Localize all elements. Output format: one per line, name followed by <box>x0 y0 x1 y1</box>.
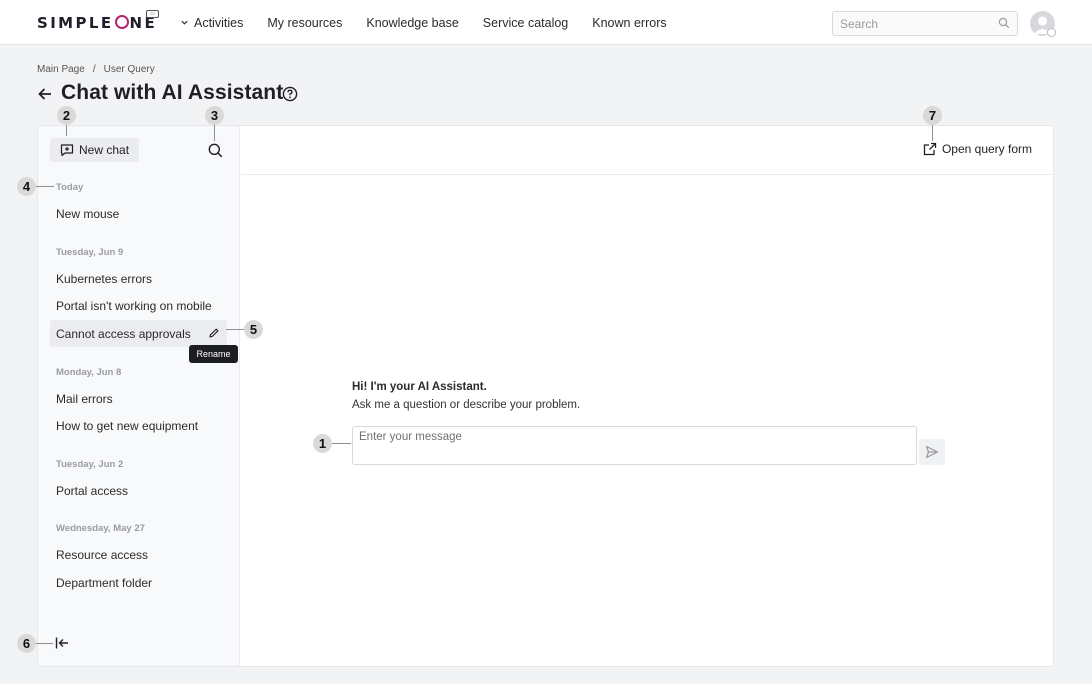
chat-item-portal-mobile[interactable]: Portal isn't working on mobile <box>50 292 227 319</box>
group-label-jun-2: Tuesday, Jun 2 <box>56 459 124 470</box>
callout-line-6 <box>35 643 53 644</box>
external-link-icon <box>923 142 937 156</box>
callout-line-7 <box>932 124 933 141</box>
group-label-today: Today <box>56 182 84 193</box>
chat-card: New chat Today New mouse Tuesday, Jun 9 … <box>37 125 1054 667</box>
new-chat-button[interactable]: New chat <box>50 138 140 162</box>
help-icon[interactable] <box>282 86 298 102</box>
page-title: Chat with AI Assistant <box>61 81 284 104</box>
logo-text: SIMPLE NE <box>37 14 158 32</box>
chat-history-sidebar: New chat Today New mouse Tuesday, Jun 9 … <box>38 126 240 666</box>
nav-my-resources-label: My resources <box>267 15 343 30</box>
avatar-status-icon <box>1047 28 1056 37</box>
send-icon <box>925 445 939 459</box>
chevron-down-icon <box>181 20 188 25</box>
callout-3: 3 <box>205 106 224 125</box>
open-query-form-button[interactable]: Open query form <box>923 142 1032 156</box>
new-chat-icon <box>60 144 74 157</box>
global-search <box>832 11 1018 36</box>
callout-5: 5 <box>244 320 263 339</box>
breadcrumb-separator: / <box>92 64 96 75</box>
callout-4: 4 <box>17 177 36 196</box>
nav-known-errors-label: Known errors <box>592 15 667 30</box>
global-search-input[interactable] <box>833 12 983 35</box>
logo-badge-icon: ▭ <box>146 10 159 18</box>
main-nav: Activities My resources Knowledge base S… <box>180 0 667 45</box>
chat-item-label: Cannot access approvals <box>56 326 191 341</box>
new-chat-label: New chat <box>79 143 130 157</box>
group-label-jun-9: Tuesday, Jun 9 <box>56 247 124 258</box>
logo-ring-icon <box>114 15 129 29</box>
search-chats-icon[interactable] <box>208 143 223 158</box>
rename-tooltip: Rename <box>189 345 238 363</box>
group-label-jun-8: Monday, Jun 8 <box>56 367 122 378</box>
chat-item-label: Mail errors <box>56 391 113 406</box>
callout-1: 1 <box>313 434 332 453</box>
chat-item-label: Portal access <box>56 483 129 498</box>
group-label-may-27: Wednesday, May 27 <box>56 523 145 534</box>
top-navigation-bar: SIMPLE NE ▭ Activities My resources Knowl… <box>0 0 1092 45</box>
chat-item-label: Portal isn't working on mobile <box>56 298 212 313</box>
nav-activities-label: Activities <box>194 15 244 30</box>
message-input-box <box>352 426 917 465</box>
chat-item-label: New mouse <box>56 206 120 221</box>
chat-item-cannot-access-approvals[interactable]: Cannot access approvals <box>50 320 227 347</box>
nav-activities[interactable]: Activities <box>180 16 243 30</box>
chat-item-resource-access[interactable]: Resource access <box>50 541 227 568</box>
pencil-icon[interactable] <box>208 327 220 339</box>
back-arrow-icon[interactable] <box>37 86 53 102</box>
assistant-greeting-subtitle: Ask me a question or describe your probl… <box>352 399 581 411</box>
chat-item-portal-access[interactable]: Portal access <box>50 477 227 504</box>
callout-6: 6 <box>17 634 36 653</box>
breadcrumb: Main Page / User Query <box>37 64 155 75</box>
breadcrumb-main-page[interactable]: Main Page <box>37 64 85 75</box>
message-input[interactable] <box>353 427 916 464</box>
chat-item-new-mouse[interactable]: New mouse <box>50 200 227 227</box>
nav-knowledge-base[interactable]: Knowledge base <box>366 16 458 30</box>
callout-7: 7 <box>923 106 942 125</box>
send-button[interactable] <box>919 439 945 465</box>
nav-my-resources[interactable]: My resources <box>267 16 342 30</box>
collapse-sidebar-icon[interactable] <box>55 636 69 650</box>
chat-item-label: Department folder <box>56 575 153 590</box>
chat-item-kubernetes-errors[interactable]: Kubernetes errors <box>50 265 227 292</box>
callout-line-4 <box>35 186 54 187</box>
callout-2: 2 <box>57 106 76 125</box>
callout-line-3 <box>214 124 215 141</box>
chat-item-new-equipment[interactable]: How to get new equipment <box>50 412 227 439</box>
breadcrumb-user-query[interactable]: User Query <box>104 64 155 75</box>
nav-knowledge-base-label: Knowledge base <box>366 15 459 30</box>
nav-service-catalog[interactable]: Service catalog <box>483 16 568 30</box>
callout-line-1 <box>332 443 351 444</box>
nav-service-catalog-label: Service catalog <box>482 15 569 30</box>
chat-item-department-folder[interactable]: Department folder <box>50 569 227 596</box>
search-icon[interactable] <box>998 17 1010 29</box>
nav-known-errors[interactable]: Known errors <box>592 16 666 30</box>
chat-item-mail-errors[interactable]: Mail errors <box>50 385 227 412</box>
callout-line-2 <box>66 124 67 136</box>
simpleone-logo[interactable]: SIMPLE NE ▭ <box>37 10 159 35</box>
open-query-form-label: Open query form <box>941 142 1032 156</box>
chat-item-label: How to get new equipment <box>56 418 199 433</box>
chat-item-label: Resource access <box>56 547 149 562</box>
assistant-greeting-title: Hi! I'm your AI Assistant. <box>352 381 487 393</box>
callout-line-5 <box>226 329 246 330</box>
chat-item-label: Kubernetes errors <box>56 271 153 286</box>
